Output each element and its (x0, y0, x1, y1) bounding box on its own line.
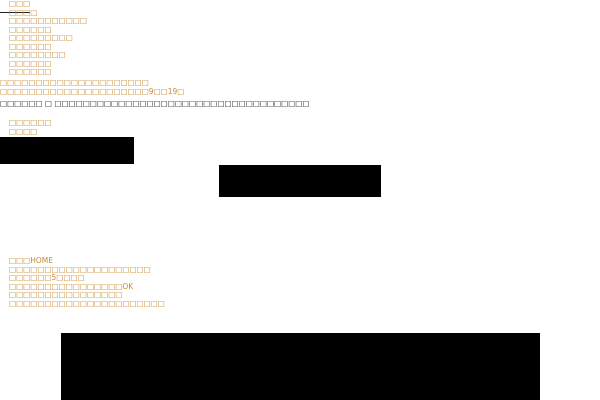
notice-text: □□□□□□ □ □□□□□□□□□□□□□□□□□□□□□□□□□□□□□□□… (0, 99, 310, 108)
secondary-nav-item[interactable]: □□□□ (9, 127, 37, 137)
footer-image (61, 333, 540, 400)
logo-image (0, 137, 134, 164)
top-nav-item[interactable]: □□□□□□ (9, 67, 52, 77)
contact-hours[interactable]: □□□□□□□□□□□□□□□□□□□□□9□□19□ (0, 87, 184, 97)
banner-image (219, 165, 381, 197)
footer-nav-item[interactable]: □□□□□□□□□□□□□□□□□□□□□□ (9, 299, 165, 309)
